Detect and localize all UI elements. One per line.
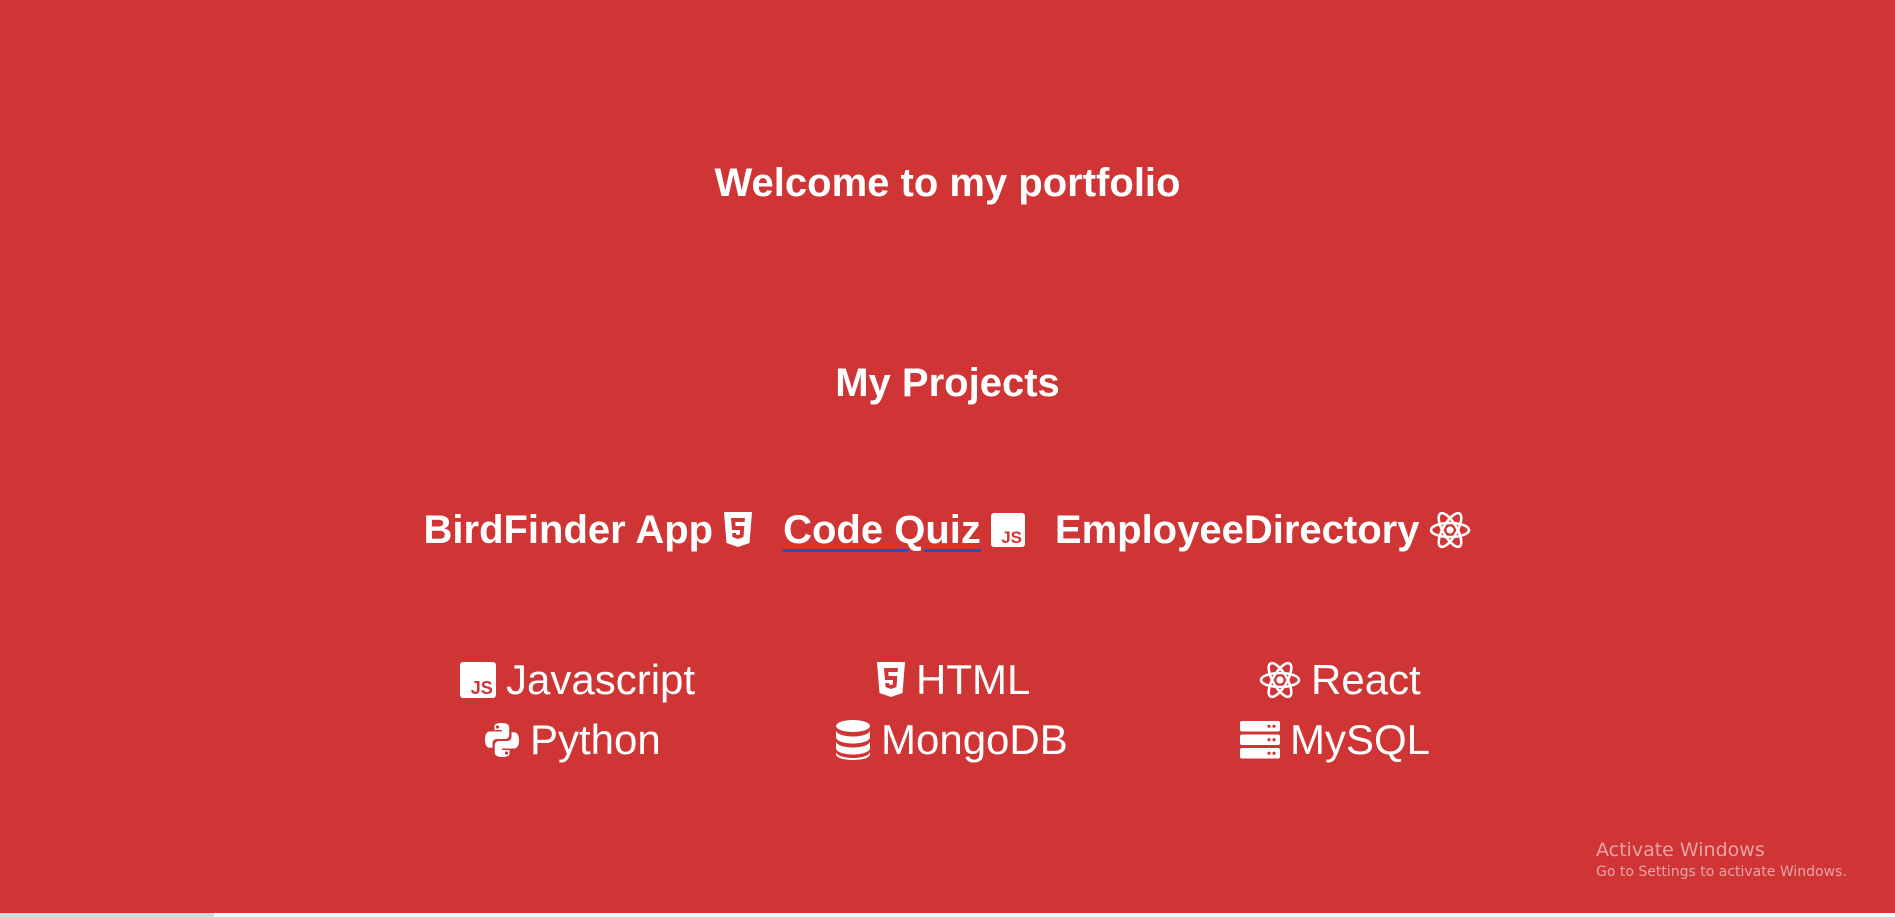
html5-icon bbox=[723, 512, 753, 548]
js-icon: JS bbox=[990, 513, 1025, 547]
react-icon bbox=[1259, 660, 1301, 700]
react-icon bbox=[1429, 510, 1471, 550]
horizontal-scrollbar-track[interactable] bbox=[214, 913, 1895, 917]
project-label: BirdFinder App bbox=[423, 508, 714, 552]
python-icon bbox=[484, 722, 520, 758]
skill-label: MongoDB bbox=[881, 716, 1068, 763]
horizontal-scrollbar-thumb[interactable] bbox=[0, 913, 214, 917]
svg-text:JS: JS bbox=[1001, 528, 1022, 547]
project-label: Code Quiz bbox=[783, 508, 981, 552]
project-label: EmployeeDirectory bbox=[1054, 508, 1420, 552]
server-icon bbox=[1240, 721, 1280, 759]
project-link-birdfinder[interactable]: BirdFinder App bbox=[424, 505, 754, 555]
html5-icon bbox=[876, 662, 906, 698]
skill-mysql: MySQL bbox=[1240, 715, 1430, 765]
skill-label: Javascript bbox=[506, 656, 696, 703]
skill-react: React bbox=[1259, 655, 1421, 705]
project-link-code-quiz[interactable]: Code Quiz JS bbox=[783, 505, 1025, 555]
skill-mongodb: MongoDB bbox=[835, 715, 1068, 765]
database-icon bbox=[835, 720, 871, 760]
skill-label: React bbox=[1311, 656, 1421, 703]
svg-text:JS: JS bbox=[471, 678, 493, 698]
skill-label: HTML bbox=[916, 656, 1031, 703]
activate-windows-title: Activate Windows bbox=[1596, 839, 1765, 861]
skill-javascript: JS Javascript bbox=[460, 655, 695, 705]
projects-list: BirdFinder App Code Quiz JS EmployeeDire… bbox=[0, 505, 1895, 555]
project-link-employee-directory[interactable]: EmployeeDirectory bbox=[1055, 505, 1472, 555]
welcome-heading: Welcome to my portfolio bbox=[714, 161, 1181, 205]
portfolio-page: Welcome to my portfolio My Projects Bird… bbox=[0, 0, 1895, 917]
skill-python: Python bbox=[484, 715, 661, 765]
js-icon: JS bbox=[460, 662, 496, 698]
activate-windows-subtitle: Go to Settings to activate Windows. bbox=[1596, 864, 1847, 880]
skill-label: MySQL bbox=[1290, 716, 1431, 763]
skill-html: HTML bbox=[876, 655, 1030, 705]
skill-label: Python bbox=[530, 716, 661, 763]
activate-windows-watermark: Activate Windows Go to Settings to activ… bbox=[1596, 838, 1847, 882]
projects-heading: My Projects bbox=[835, 361, 1060, 405]
